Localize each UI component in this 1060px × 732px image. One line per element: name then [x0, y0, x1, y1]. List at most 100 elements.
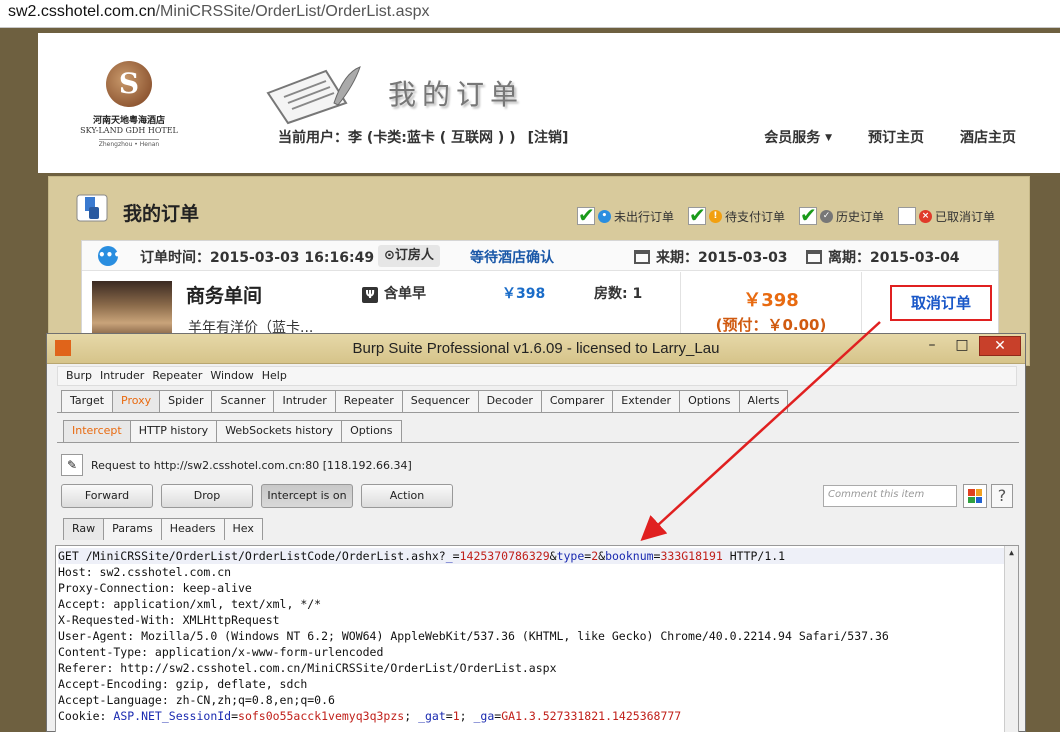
booker-label: 订房人 — [394, 248, 434, 263]
header-line: Content-Type: application/x-www-form-url… — [58, 645, 384, 659]
tab-sequencer[interactable]: Sequencer — [401, 390, 479, 412]
header-line: X-Requested-With: XMLHttpRequest — [58, 613, 280, 627]
breakfast-info: Ψ 含单早 — [362, 283, 426, 303]
message-view-tabs: Raw Params Headers Hex — [63, 518, 263, 540]
minimize-icon[interactable]: – — [919, 336, 945, 356]
drop-button[interactable]: Drop — [161, 484, 253, 508]
request-line-suffix: HTTP/1.1 — [722, 549, 786, 563]
filter-unpaid-checkbox[interactable] — [687, 203, 706, 227]
burp-menubar: Burp Intruder Repeater Window Help — [57, 366, 1017, 386]
logo-cn-text: 河南天地粤海酒店 — [92, 116, 165, 126]
subtab-intercept[interactable]: Intercept — [63, 420, 131, 442]
maximize-icon[interactable]: □ — [949, 336, 975, 356]
filter-upcoming-label: 未出行订单 — [613, 209, 674, 224]
tab-headers[interactable]: Headers — [160, 518, 225, 540]
order-time: 订单时间：2015-03-03 16:16:49 — [140, 250, 375, 266]
cookie-key: _ga — [473, 709, 495, 723]
document-pen-icon — [266, 66, 361, 125]
tab-spider[interactable]: Spider — [159, 390, 213, 412]
filter-cancelled-label: 已取消订单 — [934, 209, 995, 224]
request-target-line: ✎ Request to http://sw2.csshotel.com.cn:… — [61, 454, 412, 476]
request-line-prefix: GET /MiniCRSSite/OrderList/OrderListCode… — [58, 549, 446, 563]
menu-intruder[interactable]: Intruder — [100, 369, 144, 383]
request-line: GET /MiniCRSSite/OrderList/OrderListCode… — [58, 548, 1018, 564]
burp-titlebar[interactable]: Burp Suite Professional v1.6.09 - licens… — [47, 334, 1025, 364]
tab-decoder[interactable]: Decoder — [477, 390, 542, 412]
action-button[interactable]: Action — [361, 484, 453, 508]
tab-divider — [57, 412, 1019, 413]
tab-proxy[interactable]: Proxy — [112, 390, 161, 412]
close-icon[interactable]: ✕ — [979, 336, 1021, 356]
param-value: 2 — [591, 549, 599, 563]
burp-suite-window: Burp Suite Professional v1.6.09 - licens… — [46, 333, 1026, 732]
nav-member-services[interactable]: 会员服务 ▼ — [764, 127, 832, 147]
cookie-key: ASP.NET_SessionId — [113, 709, 232, 723]
tab-options[interactable]: Options — [679, 390, 740, 412]
cancel-order-button[interactable]: 取消订单 — [890, 285, 992, 321]
filter-history-checkbox[interactable] — [798, 203, 817, 227]
cookie-line: Cookie: ASP.NET_SessionId=sofs0o55acck1v… — [58, 709, 682, 723]
tab-intruder[interactable]: Intruder — [273, 390, 336, 412]
request-target-text: Request to http://sw2.csshotel.com.cn:80… — [91, 458, 412, 472]
tab-comparer[interactable]: Comparer — [540, 390, 614, 412]
filter-upcoming-checkbox[interactable] — [576, 203, 595, 227]
tab-hex[interactable]: Hex — [223, 518, 263, 540]
filter-unpaid[interactable]: ! 待支付订单 — [687, 203, 785, 227]
highlight-color-picker-icon[interactable] — [963, 484, 987, 508]
comment-input[interactable]: Comment this item — [823, 485, 957, 507]
logout-link[interactable]: [注销] — [528, 130, 569, 146]
intercept-toggle-button[interactable]: Intercept is on — [261, 484, 353, 508]
header-line: Proxy-Connection: keep-alive — [58, 581, 252, 595]
hotel-logo-mark-icon — [106, 61, 152, 107]
menu-help[interactable]: Help — [262, 369, 287, 383]
filter-upcoming[interactable]: • 未出行订单 — [576, 203, 674, 227]
filter-history[interactable]: ✓ 历史订单 — [798, 203, 884, 227]
raw-request-editor[interactable]: GET /MiniCRSSite/OrderList/OrderListCode… — [55, 545, 1019, 732]
hotel-logo[interactable]: 河南天地粤海酒店 SKY-LAND GDH HOTEL Zhengzhou • … — [74, 61, 184, 161]
param-value: 1425370786329 — [459, 549, 550, 563]
nav-booking-home[interactable]: 预订主页 — [868, 127, 924, 147]
tab-extender[interactable]: Extender — [612, 390, 681, 412]
browser-address-bar[interactable]: sw2.csshotel.com.cn/MiniCRSSite/OrderLis… — [0, 0, 1060, 28]
subtab-websockets-history[interactable]: WebSockets history — [216, 420, 343, 442]
room-image[interactable] — [92, 281, 172, 341]
checkout-label: 离期：2015-03-04 — [828, 250, 960, 266]
more-dots-icon[interactable]: ••• — [98, 246, 121, 266]
tab-params[interactable]: Params — [103, 518, 162, 540]
menu-burp[interactable]: Burp — [66, 369, 92, 383]
scroll-up-icon[interactable]: ▲ — [1005, 546, 1018, 560]
tab-raw[interactable]: Raw — [63, 518, 105, 540]
menu-repeater[interactable]: Repeater — [152, 369, 202, 383]
tab-target[interactable]: Target — [61, 390, 114, 412]
total-price: ￥398 — [743, 290, 799, 311]
header-line: User-Agent: Mozilla/5.0 (Windows NT 6.2;… — [58, 629, 889, 643]
forward-button[interactable]: Forward — [61, 484, 153, 508]
filter-cancelled[interactable]: × 已取消订单 — [897, 207, 995, 225]
tab-repeater[interactable]: Repeater — [334, 390, 403, 412]
edit-pencil-icon[interactable]: ✎ — [61, 454, 83, 476]
burp-title: Burp Suite Professional v1.6.09 - licens… — [352, 340, 720, 357]
url-host: sw2.csshotel.com.cn — [8, 3, 156, 20]
filter-cancelled-checkbox[interactable] — [897, 207, 916, 225]
gray-check-icon: ✓ — [819, 209, 833, 223]
intercept-button-row: Forward Drop Intercept is on Action — [61, 484, 453, 508]
tab-scanner[interactable]: Scanner — [211, 390, 275, 412]
red-x-icon: × — [918, 209, 932, 223]
subtab-http-history[interactable]: HTTP history — [129, 420, 218, 442]
booker-tag[interactable]: ⊙订房人 — [378, 245, 440, 267]
menu-window[interactable]: Window — [210, 369, 253, 383]
editor-scrollbar[interactable]: ▲ — [1004, 546, 1018, 732]
cookie-value: 1 — [452, 709, 460, 723]
help-icon[interactable]: ? — [991, 484, 1013, 508]
param-key: type — [556, 549, 585, 563]
cookie-key: _gat — [418, 709, 446, 723]
header-line: Referer: http://sw2.csshotel.com.cn/Mini… — [58, 661, 557, 675]
nav-hotel-home[interactable]: 酒店主页 — [960, 127, 1016, 147]
breakfast-label: 含单早 — [384, 286, 426, 302]
filter-unpaid-label: 待支付订单 — [724, 209, 785, 224]
subtab-options[interactable]: Options — [341, 420, 402, 442]
tab-alerts[interactable]: Alerts — [738, 390, 789, 412]
header-line: Accept: application/xml, text/xml, */* — [58, 597, 322, 611]
param-key: _ — [445, 549, 453, 563]
burp-main-tabs: Target Proxy Spider Scanner Intruder Rep… — [61, 390, 789, 412]
